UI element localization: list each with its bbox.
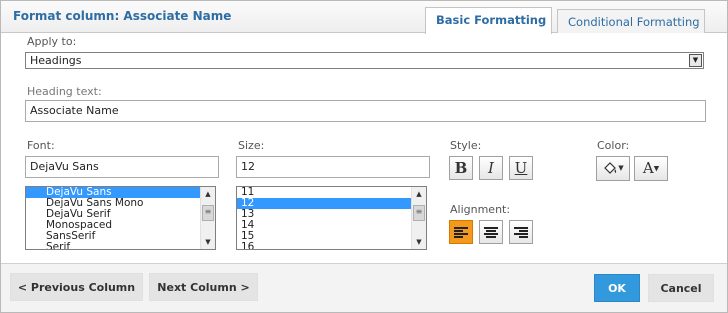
ok-button[interactable]: OK	[594, 274, 640, 302]
size-listbox[interactable]: 11 12 13 14 15 16 ▲ ≡ ▼	[236, 186, 427, 250]
size-list-scrollbar[interactable]: ▲ ≡ ▼	[411, 187, 426, 249]
font-label: Font:	[27, 139, 55, 152]
align-right-button[interactable]	[509, 220, 533, 244]
list-item[interactable]: 15	[237, 231, 426, 242]
size-input[interactable]: 12	[236, 156, 430, 178]
chevron-down-icon[interactable]: ▼	[689, 54, 702, 67]
align-left-icon	[454, 226, 468, 239]
list-item[interactable]: 12	[237, 198, 426, 209]
scroll-down-icon[interactable]: ▼	[412, 235, 426, 249]
color-label: Color:	[597, 139, 630, 152]
apply-to-select[interactable]: Headings ▼	[25, 52, 704, 69]
align-center-icon	[484, 226, 498, 239]
tab-conditional-formatting[interactable]: Conditional Formatting	[557, 9, 705, 33]
format-column-dialog: Format column: Associate Name Basic Form…	[0, 0, 728, 313]
paint-bucket-icon	[604, 161, 617, 174]
heading-text-input[interactable]: Associate Name	[25, 100, 706, 122]
bold-button[interactable]: B	[449, 156, 473, 180]
font-list-scrollbar[interactable]: ▲ ≡ ▼	[200, 187, 215, 249]
scroll-thumb[interactable]: ≡	[413, 205, 425, 221]
text-color-button[interactable]: A▼	[634, 156, 668, 181]
dialog-title: Format column: Associate Name	[13, 9, 232, 23]
style-label: Style:	[450, 139, 482, 152]
heading-text-label: Heading text:	[27, 85, 102, 98]
align-right-icon	[514, 226, 528, 239]
underline-button[interactable]: U	[509, 156, 533, 180]
apply-to-label: Apply to:	[27, 35, 77, 48]
alignment-label: Alignment:	[450, 203, 511, 216]
fill-color-button[interactable]: ▼	[596, 156, 630, 181]
tab-basic-formatting[interactable]: Basic Formatting	[425, 7, 552, 34]
text-color-icon: A	[642, 159, 654, 177]
font-listbox[interactable]: DejaVu Sans DejaVu Sans Mono DejaVu Seri…	[25, 186, 216, 250]
italic-button[interactable]: I	[479, 156, 503, 180]
list-item[interactable]: 14	[237, 220, 426, 231]
list-item[interactable]: 13	[237, 209, 426, 220]
size-label: Size:	[238, 139, 265, 152]
scroll-down-icon[interactable]: ▼	[201, 235, 215, 249]
scroll-up-icon[interactable]: ▲	[412, 187, 426, 201]
scroll-thumb[interactable]: ≡	[202, 205, 214, 221]
apply-to-value: Headings	[30, 54, 82, 67]
caret-down-icon: ▼	[653, 164, 660, 173]
scroll-up-icon[interactable]: ▲	[201, 187, 215, 201]
previous-column-button[interactable]: < Previous Column	[10, 273, 143, 301]
dialog-footer: < Previous Column Next Column > OK Cance…	[1, 263, 727, 312]
list-item[interactable]: 16	[237, 242, 426, 250]
list-item[interactable]: Serif	[26, 242, 215, 250]
cancel-button[interactable]: Cancel	[648, 274, 714, 302]
caret-down-icon: ▼	[618, 164, 624, 172]
next-column-button[interactable]: Next Column >	[149, 273, 258, 301]
align-left-button[interactable]	[449, 220, 473, 244]
dialog-header: Format column: Associate Name Basic Form…	[1, 1, 727, 34]
font-input[interactable]: DejaVu Sans	[25, 156, 219, 178]
list-item[interactable]: 11	[237, 187, 426, 198]
align-center-button[interactable]	[479, 220, 503, 244]
